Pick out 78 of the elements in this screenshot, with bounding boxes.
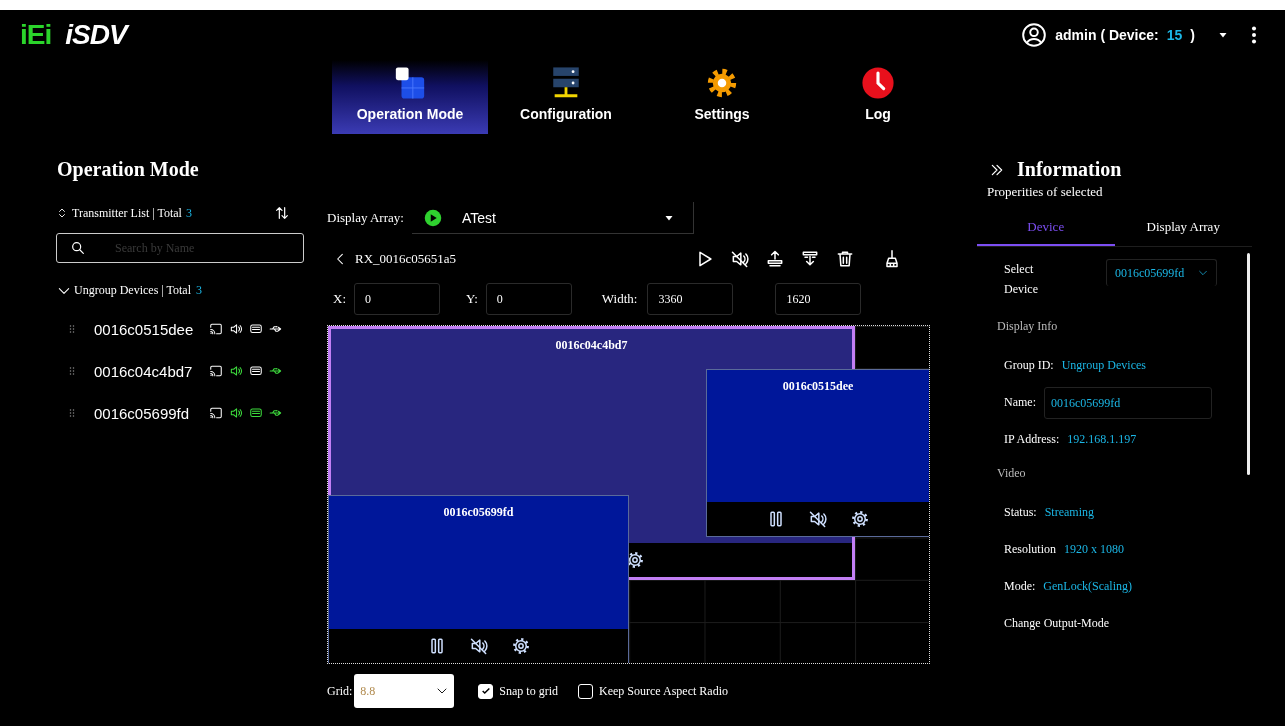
nav-tab[interactable]: Settings [644, 60, 800, 134]
field-label: Display Array: [327, 210, 404, 226]
field-value: GenLock(Scaling) [1043, 579, 1132, 594]
panel-title: Operation Mode [57, 158, 200, 181]
receiver-name: RX_0016c05651a5 [355, 251, 457, 267]
field-value: Ungroup Devices [1061, 358, 1146, 373]
clock-icon [861, 66, 895, 100]
panel-subtitle: Properities of selected [987, 184, 1104, 200]
nav-tab[interactable]: Log [800, 60, 956, 134]
checkbox[interactable] [478, 683, 494, 699]
list-heading: Transmitter List | Total [72, 205, 182, 221]
user-label: admin ( Device: [1055, 27, 1159, 43]
field-label: Grid: [327, 683, 353, 699]
field-value: 192.168.1.197 [1067, 432, 1137, 447]
mute-icon[interactable] [468, 636, 489, 656]
window-title: 0016c04c4bd7 [555, 338, 628, 353]
checkbox-label[interactable]: Keep Source Aspect Radio [599, 683, 728, 699]
name-field[interactable]: 0016c05699fd [1044, 386, 1212, 419]
field-label: Change Output-Mode [1004, 616, 1109, 631]
window-title: 0016c0515dee [782, 379, 854, 394]
delete-icon[interactable] [835, 249, 855, 269]
device-dropdown[interactable]: 0016c05699fd [1106, 259, 1218, 286]
field-label: X: [333, 291, 346, 307]
group-heading: Ungroup Devices | Total [74, 283, 191, 298]
panel-tab[interactable]: Device [977, 210, 1115, 246]
user-label-end: ) [1190, 27, 1195, 43]
field-label: Group ID: [1004, 358, 1054, 373]
section-heading: Display Info [997, 319, 1059, 335]
panel-title: Information [1017, 158, 1122, 181]
field-value: Streaming [1044, 505, 1094, 520]
number-field[interactable]: 3360 [647, 283, 734, 315]
field-label: Select Device [1004, 261, 1039, 298]
checkmark-icon [480, 686, 491, 696]
settings-icon[interactable] [850, 509, 870, 529]
output-window[interactable]: 0016c05699fd [328, 495, 629, 663]
checkbox-label[interactable]: Snap to grid [499, 683, 558, 699]
scrollbar[interactable] [1247, 253, 1250, 475]
mute-icon[interactable] [808, 509, 828, 529]
number-field[interactable]: 1620 [775, 283, 862, 315]
expand-collapse-icon[interactable] [56, 207, 68, 219]
nav-tab[interactable]: Configuration [488, 60, 644, 134]
user-avatar-icon[interactable] [1021, 22, 1048, 48]
window-title: 0016c05699fd [443, 505, 514, 520]
field-label: IP Address: [1004, 432, 1060, 447]
play-icon [423, 208, 442, 227]
nav-tab[interactable]: Operation Mode [332, 60, 488, 134]
device-name[interactable]: 0016c05699fd [94, 404, 199, 422]
chevron-down-icon [1198, 268, 1209, 278]
field-value: 1920 x 1080 [1064, 542, 1124, 557]
mute-icon[interactable] [730, 249, 750, 269]
cast-icon [209, 322, 223, 336]
sort-icon[interactable] [274, 205, 290, 221]
cast-icon [209, 406, 223, 420]
cast-icon [209, 364, 223, 378]
output-window[interactable]: 0016c0515dee [706, 369, 929, 537]
list-count: 3 [185, 205, 192, 221]
field-label: Mode: [1004, 579, 1036, 594]
field-label: Status: [1004, 505, 1037, 520]
device-name[interactable]: 0016c04c4bd7 [94, 362, 199, 380]
number-field[interactable]: 0 [354, 283, 440, 315]
field-label: Width: [601, 291, 638, 307]
checkbox[interactable] [578, 683, 593, 699]
group-count: 3 [196, 283, 202, 298]
upload-icon[interactable] [765, 249, 785, 269]
panel-tab[interactable]: Display Array [1114, 210, 1252, 244]
number-field[interactable]: 0 [485, 283, 572, 315]
field-label: Name: [1004, 395, 1036, 410]
windows-icon [393, 66, 427, 100]
settings-icon[interactable] [510, 636, 531, 656]
device-name[interactable]: 0016c0515dee [94, 320, 199, 338]
field-label: Y: [466, 291, 478, 307]
device-count: 15 [1166, 27, 1183, 43]
display-array-dropdown[interactable]: ATest [411, 202, 694, 234]
gear-icon [705, 66, 739, 100]
field-label: Resolution [1004, 542, 1056, 557]
section-heading: Video [997, 466, 1027, 482]
logo-brand: iEi [20, 19, 52, 51]
search-icon [70, 240, 86, 256]
